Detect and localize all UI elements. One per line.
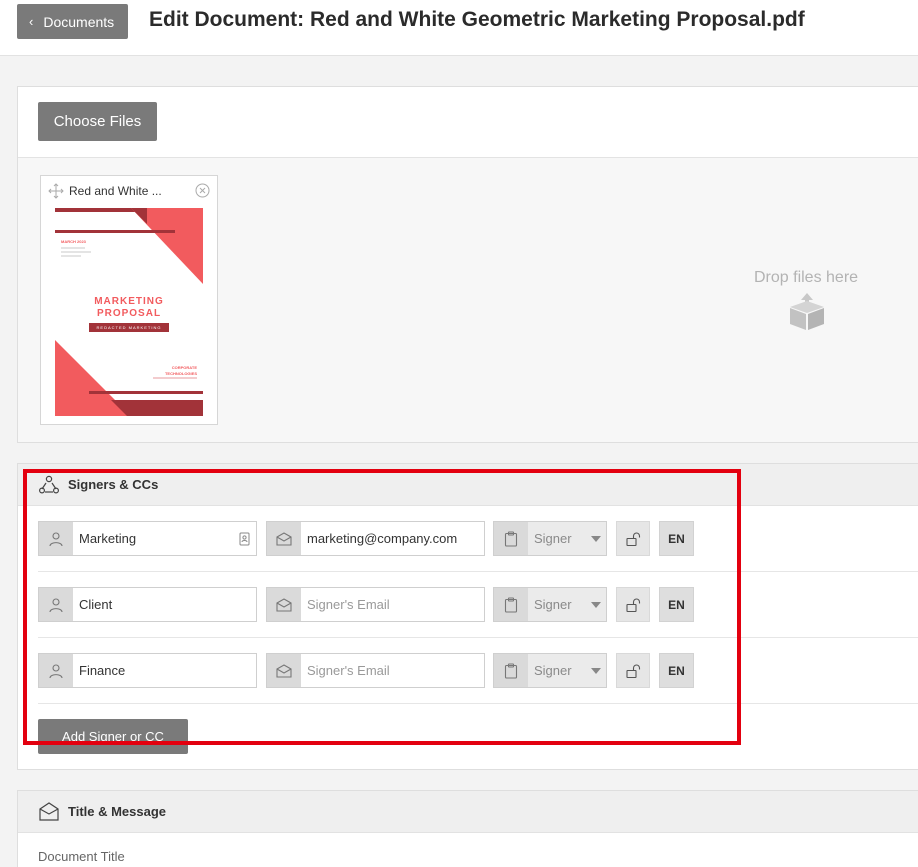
signer-name-field[interactable]: Finance	[38, 653, 257, 688]
unlock-icon	[626, 664, 641, 678]
signer-role-select[interactable]: Signer	[493, 521, 607, 556]
signer-row: Marketing marketing@company.com Signer E…	[38, 506, 918, 572]
signer-email-field[interactable]: Signer's Email	[266, 587, 485, 622]
signers-panel: Signers & CCs Marketing marketing@compan…	[17, 463, 918, 770]
signer-role-value: Signer	[534, 597, 572, 612]
signer-role-value: Signer	[534, 663, 572, 678]
envelope-icon	[267, 654, 301, 687]
signers-panel-header: Signers & CCs	[18, 464, 918, 506]
box-download-icon	[790, 293, 824, 330]
language-button[interactable]: EN	[659, 587, 694, 622]
top-bar: ‹ Documents Edit Document: Red and White…	[0, 0, 918, 56]
signer-email-input[interactable]: marketing@company.com	[301, 522, 484, 555]
thumbnail-title-line-2: PROPOSAL	[96, 308, 162, 319]
back-button-label: Documents	[43, 13, 115, 30]
signer-email-field[interactable]: Signer's Email	[266, 653, 485, 688]
envelope-icon	[267, 522, 301, 555]
title-message-panel: Title & Message Document Title	[17, 790, 918, 867]
signer-name-field[interactable]: Client	[38, 587, 257, 622]
caret-down-icon	[586, 522, 606, 555]
caret-down-icon	[586, 654, 606, 687]
move-handle-icon[interactable]	[48, 183, 64, 199]
person-icon	[39, 654, 73, 687]
choose-files-button[interactable]: Choose Files	[38, 102, 157, 141]
access-lock-button[interactable]	[616, 653, 650, 688]
envelope-icon	[267, 588, 301, 621]
thumbnail-title-line-1: MARKETING	[94, 296, 164, 307]
file-card[interactable]: Red and White ... MARCH 2023 MARKETING P…	[40, 175, 218, 425]
file-name: Red and White ...	[69, 184, 162, 198]
signer-name-field[interactable]: Marketing	[38, 521, 257, 556]
document-thumbnail: MARCH 2023 MARKETING PROPOSAL REDACTED M…	[55, 208, 203, 416]
signer-email-input[interactable]: Signer's Email	[301, 654, 484, 687]
signer-name-input[interactable]: Marketing	[73, 522, 256, 555]
unlock-icon	[626, 532, 641, 546]
signer-email-field[interactable]: marketing@company.com	[266, 521, 485, 556]
back-to-documents-button[interactable]: ‹ Documents	[17, 4, 129, 39]
signer-row: Client Signer's Email Signer EN	[38, 572, 918, 638]
add-signer-button[interactable]: Add Signer or CC	[38, 719, 188, 754]
caret-down-icon	[586, 588, 606, 621]
chevron-left-icon: ‹	[29, 14, 34, 29]
remove-file-icon[interactable]	[195, 183, 210, 198]
page-title: Edit Document: Red and White Geometric M…	[149, 8, 805, 31]
thumbnail-band-text: REDACTED MARKETING	[96, 325, 162, 330]
contact-book-icon[interactable]	[239, 532, 250, 546]
signer-role-select[interactable]: Signer	[493, 587, 607, 622]
thumbnail-date: MARCH 2023	[61, 239, 86, 244]
envelope-icon	[39, 802, 59, 821]
clipboard-icon	[494, 588, 528, 621]
signers-heading: Signers & CCs	[68, 477, 159, 492]
unlock-icon	[626, 598, 641, 612]
clipboard-icon	[494, 654, 528, 687]
language-button[interactable]: EN	[659, 521, 694, 556]
signer-row: Finance Signer's Email Signer EN	[38, 638, 918, 704]
thumbnail-org-line-2: TECHNOLOGIES	[164, 371, 197, 376]
title-message-heading: Title & Message	[68, 804, 167, 819]
language-button[interactable]: EN	[659, 653, 694, 688]
title-message-header: Title & Message	[18, 791, 918, 833]
signer-role-select[interactable]: Signer	[493, 653, 607, 688]
signer-name-input[interactable]: Client	[73, 588, 256, 621]
person-icon	[39, 522, 73, 555]
clipboard-icon	[494, 522, 528, 555]
access-lock-button[interactable]	[616, 587, 650, 622]
drop-zone[interactable]: Red and White ... MARCH 2023 MARKETING P…	[18, 158, 918, 442]
group-icon	[38, 475, 60, 494]
person-icon	[39, 588, 73, 621]
drop-files-label: Drop files here	[754, 269, 859, 286]
upload-toolbar: Choose Files	[18, 87, 918, 158]
signer-name-input[interactable]: Finance	[73, 654, 256, 687]
upload-panel: Choose Files Red and White ... MARCH 202…	[17, 86, 918, 443]
thumbnail-org-line-1: CORPORATE	[171, 365, 197, 370]
document-title-label: Document Title	[38, 849, 125, 864]
signer-email-input[interactable]: Signer's Email	[301, 588, 484, 621]
signer-role-value: Signer	[534, 531, 572, 546]
access-lock-button[interactable]	[616, 521, 650, 556]
